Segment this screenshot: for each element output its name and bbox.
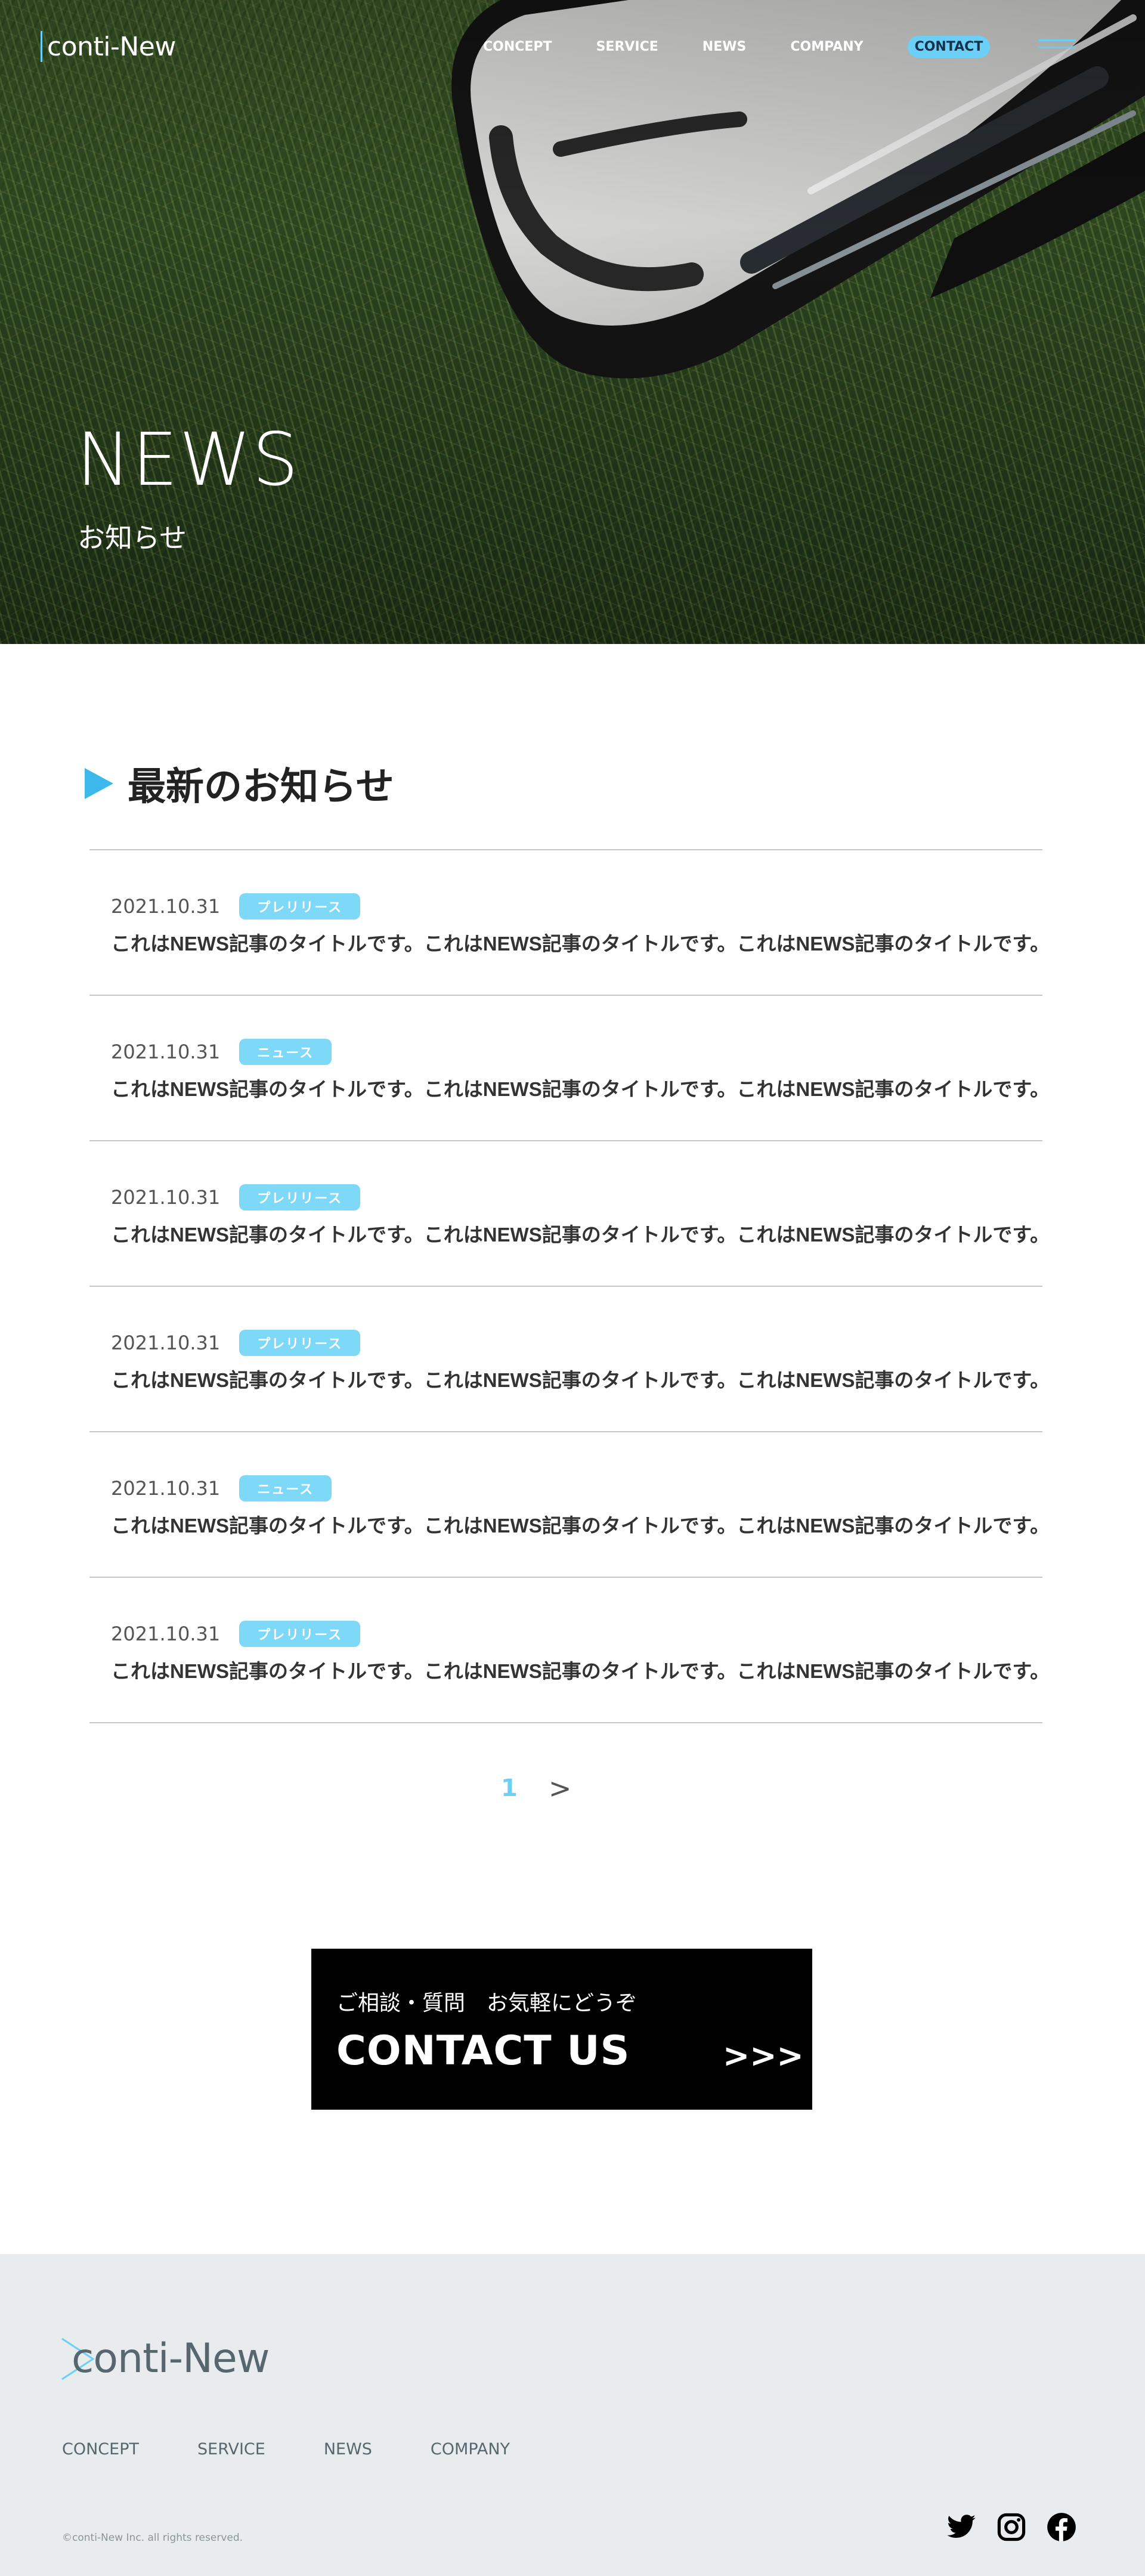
footer-nav-concept[interactable]: CONCEPT	[62, 2440, 139, 2459]
news-meta: 2021.10.31 プレリリース	[111, 1621, 361, 1647]
news-category-badge: プレリリース	[239, 893, 361, 919]
news-meta: 2021.10.31 ニュース	[111, 1475, 332, 1501]
nav-service[interactable]: SERVICE	[596, 39, 658, 54]
news-category-badge: ニュース	[239, 1475, 332, 1501]
news-category-badge: プレリリース	[239, 1621, 361, 1647]
pagination: 1 >	[501, 1772, 571, 1804]
news-list: 2021.10.31 プレリリース これはNEWS記事のタイトルです。これはNE…	[89, 849, 1050, 1723]
footer-nav-service[interactable]: SERVICE	[197, 2440, 265, 2459]
news-title-link[interactable]: これはNEWS記事のタイトルです。これはNEWS記事のタイトルです。これはNEW…	[111, 1219, 1050, 1247]
footer-nav: CONCEPT SERVICE NEWS COMPANY	[62, 2440, 568, 2459]
contact-title: CONTACT US	[336, 2027, 630, 2075]
news-item[interactable]: 2021.10.31 プレリリース これはNEWS記事のタイトルです。これはNE…	[89, 1141, 1050, 1287]
contact-lead-text: ご相談・質問 お気軽にどうぞ	[336, 1990, 638, 2015]
news-item[interactable]: 2021.10.31 プレリリース これはNEWS記事のタイトルです。これはNE…	[89, 1287, 1050, 1432]
next-page-button[interactable]: >	[549, 1772, 572, 1804]
news-meta: 2021.10.31 プレリリース	[111, 1184, 361, 1210]
facebook-icon[interactable]	[1046, 2512, 1077, 2543]
news-title-link[interactable]: これはNEWS記事のタイトルです。これはNEWS記事のタイトルです。これはNEW…	[111, 1364, 1050, 1393]
news-meta: 2021.10.31 ニュース	[111, 1039, 332, 1065]
twitter-icon[interactable]	[946, 2512, 977, 2543]
news-date: 2021.10.31	[111, 1477, 221, 1500]
news-item[interactable]: 2021.10.31 ニュース これはNEWS記事のタイトルです。これはNEWS…	[89, 1432, 1050, 1578]
news-date: 2021.10.31	[111, 1623, 221, 1645]
contact-us-button[interactable]: ご相談・質問 お気軽にどうぞ CONTACT US >>>	[311, 1949, 812, 2110]
nav-company[interactable]: COMPANY	[790, 39, 863, 54]
news-date: 2021.10.31	[111, 895, 221, 918]
social-links	[946, 2512, 1096, 2543]
news-item[interactable]: 2021.10.31 プレリリース これはNEWS記事のタイトルです。これはNE…	[89, 850, 1050, 996]
logo-mark	[41, 31, 42, 62]
footer-logo[interactable]: conti-New	[60, 2335, 270, 2382]
news-date: 2021.10.31	[111, 1041, 221, 1063]
footer-logo-text: conti-New	[72, 2335, 270, 2382]
news-item[interactable]: 2021.10.31 プレリリース これはNEWS記事のタイトルです。これはNE…	[89, 1578, 1050, 1723]
copyright: ©conti-New Inc. all rights reserved.	[62, 2532, 243, 2544]
instagram-icon[interactable]	[996, 2512, 1027, 2543]
news-title-link[interactable]: これはNEWS記事のタイトルです。これはNEWS記事のタイトルです。これはNEW…	[111, 1655, 1050, 1684]
main-nav: CONCEPT SERVICE NEWS COMPANY CONTACT	[483, 35, 991, 58]
news-date: 2021.10.31	[111, 1186, 221, 1209]
nav-contact-button[interactable]: CONTACT	[907, 35, 991, 58]
news-meta: 2021.10.31 プレリリース	[111, 893, 361, 919]
footer: conti-New CONCEPT SERVICE NEWS COMPANY ©…	[0, 2254, 1145, 2576]
page-number-current[interactable]: 1	[501, 1775, 518, 1802]
news-title-link[interactable]: これはNEWS記事のタイトルです。これはNEWS記事のタイトルです。これはNEW…	[111, 1073, 1050, 1102]
play-triangle-icon	[85, 768, 113, 799]
news-meta: 2021.10.31 プレリリース	[111, 1330, 361, 1356]
footer-nav-company[interactable]: COMPANY	[431, 2440, 510, 2459]
nav-concept[interactable]: CONCEPT	[483, 39, 552, 54]
hamburger-icon[interactable]	[1039, 39, 1076, 54]
hero-section: conti-New CONCEPT SERVICE NEWS COMPANY C…	[0, 0, 1145, 644]
header-logo[interactable]: conti-New	[41, 31, 176, 62]
news-category-badge: ニュース	[239, 1039, 332, 1065]
news-title-link[interactable]: これはNEWS記事のタイトルです。これはNEWS記事のタイトルです。これはNEW…	[111, 928, 1050, 956]
nav-news[interactable]: NEWS	[703, 39, 747, 54]
footer-nav-news[interactable]: NEWS	[324, 2440, 372, 2459]
news-category-badge: プレリリース	[239, 1184, 361, 1210]
page-subtitle: お知らせ	[78, 522, 187, 553]
news-item[interactable]: 2021.10.31 ニュース これはNEWS記事のタイトルです。これはNEWS…	[89, 996, 1050, 1141]
page-title: NEWS	[76, 417, 300, 502]
news-heading-text: 最新のお知らせ	[128, 765, 394, 808]
news-date: 2021.10.31	[111, 1332, 221, 1354]
news-title-link[interactable]: これはNEWS記事のタイトルです。これはNEWS記事のタイトルです。これはNEW…	[111, 1510, 1050, 1538]
news-category-badge: プレリリース	[239, 1330, 361, 1356]
logo-text: conti-New	[47, 31, 176, 62]
arrow-right-icon: >>>	[723, 2037, 804, 2075]
news-heading: 最新のお知らせ	[85, 756, 394, 811]
